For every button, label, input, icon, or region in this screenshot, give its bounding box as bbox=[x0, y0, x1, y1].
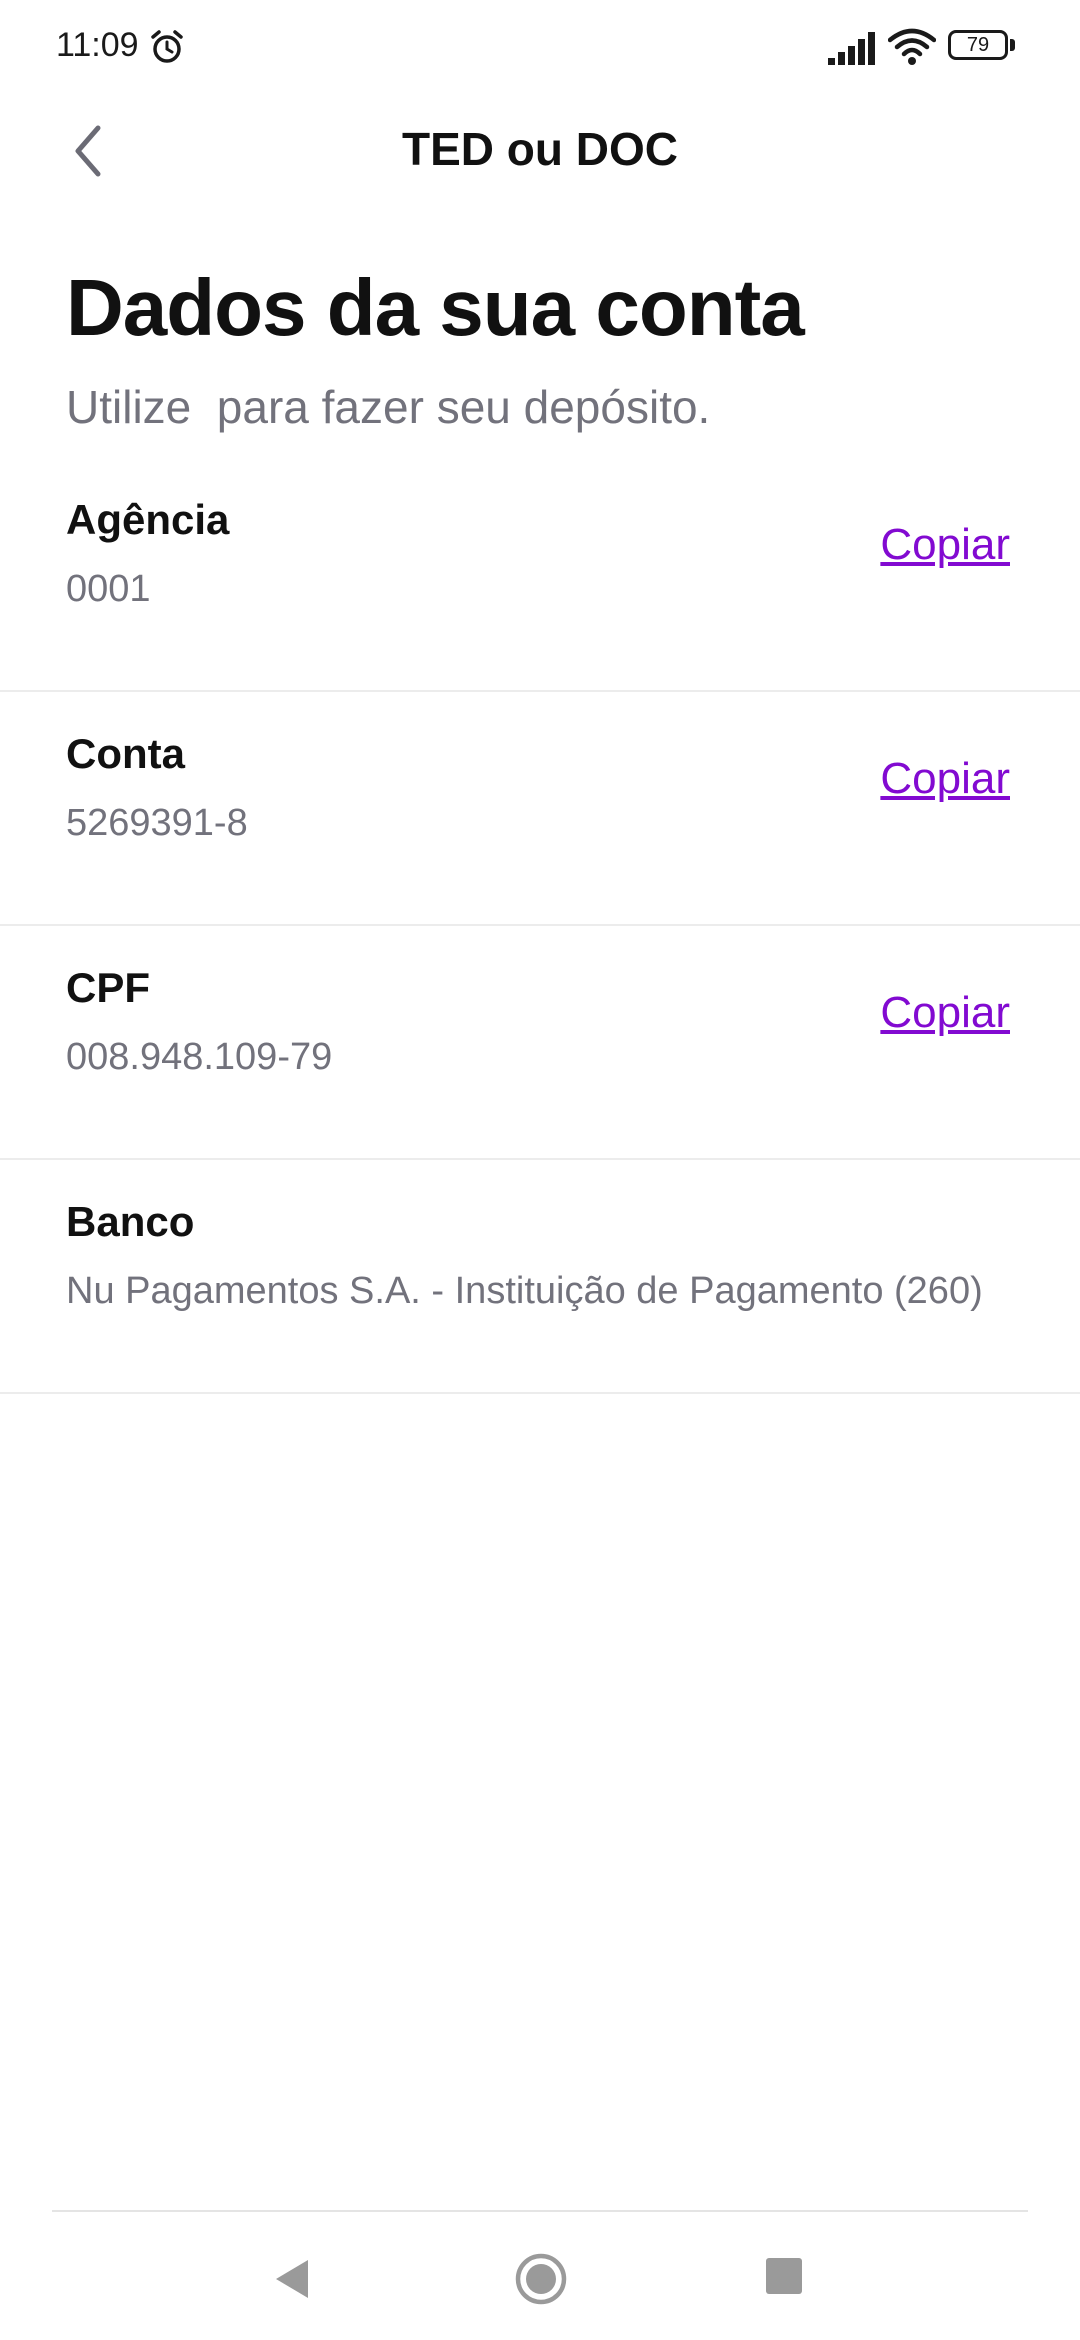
row-value: 008.948.109-79 bbox=[66, 1036, 333, 1078]
battery-icon: 79 bbox=[948, 30, 1018, 64]
nav-back-icon[interactable] bbox=[272, 2258, 312, 2300]
status-time: 11:09 bbox=[56, 26, 139, 64]
row-label: Agência bbox=[66, 496, 230, 543]
row-agencia: Agência 0001 Copiar bbox=[0, 458, 1080, 692]
copy-conta-button[interactable]: Copiar bbox=[880, 754, 1010, 804]
page-subtitle: Utilize para fazer seu depósito. bbox=[66, 381, 711, 433]
header-title: TED ou DOC bbox=[402, 123, 678, 175]
row-label: Conta bbox=[66, 730, 185, 777]
nav-home-icon[interactable] bbox=[514, 2252, 568, 2306]
row-value: Nu Pagamentos S.A. - Instituição de Paga… bbox=[66, 1270, 983, 1312]
status-bar: 11:09 79 bbox=[0, 0, 1080, 96]
nav-recents-icon[interactable] bbox=[766, 2258, 802, 2294]
row-label: CPF bbox=[66, 964, 150, 1011]
system-nav-bar bbox=[0, 2212, 1080, 2340]
battery-level: 79 bbox=[966, 34, 990, 56]
row-value: 5269391-8 bbox=[66, 802, 248, 844]
row-label: Banco bbox=[66, 1198, 195, 1245]
wifi-icon bbox=[888, 28, 936, 65]
row-cpf: CPF 008.948.109-79 Copiar bbox=[0, 926, 1080, 1160]
copy-cpf-button[interactable]: Copiar bbox=[880, 988, 1010, 1038]
row-value: 0001 bbox=[66, 568, 151, 610]
battery-tip bbox=[1010, 39, 1015, 51]
alarm-icon bbox=[151, 30, 183, 63]
row-banco: Banco Nu Pagamentos S.A. - Instituição d… bbox=[0, 1160, 1080, 1394]
row-conta: Conta 5269391-8 Copiar bbox=[0, 692, 1080, 926]
copy-agencia-button[interactable]: Copiar bbox=[880, 520, 1010, 570]
page-title: Dados da sua conta bbox=[66, 263, 805, 352]
signal-icon bbox=[828, 32, 875, 65]
